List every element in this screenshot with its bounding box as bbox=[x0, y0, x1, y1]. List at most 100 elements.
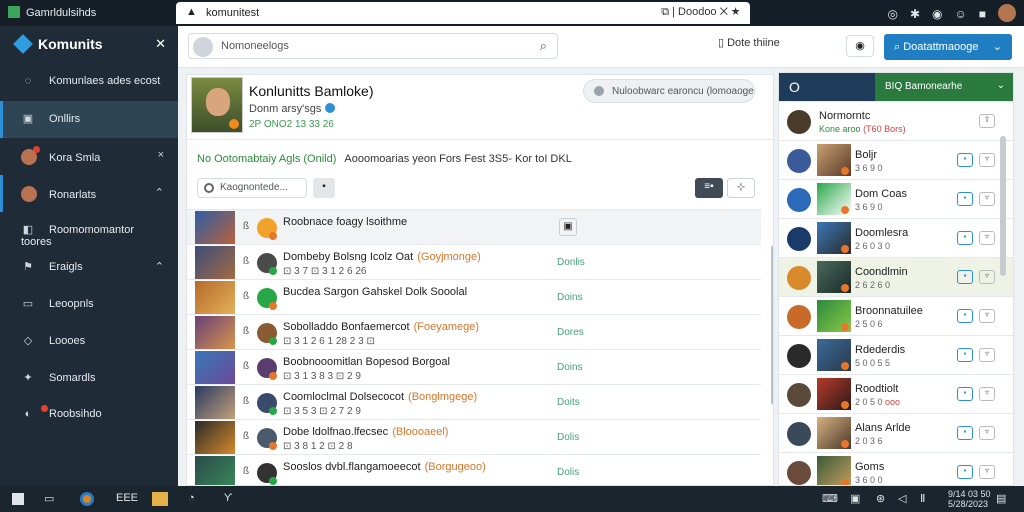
sidebar-item-online[interactable]: ▣ Onllirs bbox=[0, 101, 178, 138]
list-item[interactable]: Coondlmin 2 6 2 6 0 ▪ ▿ bbox=[779, 257, 1013, 296]
table-row[interactable]: ß Coomloclmal Dolsecocot (Bonglmgege) ⊡ 3 5… bbox=[187, 384, 761, 419]
message-icon[interactable]: ▪ bbox=[957, 231, 973, 245]
notification-icon[interactable]: ▤ bbox=[996, 492, 1006, 505]
row-meta: ⊡ 3 1 2 6 1 28 2 3 ⊡ bbox=[283, 336, 375, 347]
smile-icon[interactable]: ☺ bbox=[954, 7, 966, 21]
list-item[interactable]: Boljr 3 6 9 0 ▪ ▿ bbox=[779, 140, 1013, 179]
right-scrollbar[interactable] bbox=[1000, 136, 1006, 276]
more-icon[interactable]: ▿ bbox=[979, 192, 995, 206]
search-input[interactable]: Nomoneelogs ⌕ bbox=[188, 33, 558, 59]
sidebar-item-library[interactable]: ▭ Leoopnls bbox=[0, 286, 178, 323]
list-view-button[interactable]: ≡▪ bbox=[695, 178, 723, 198]
more-icon[interactable]: ⇧ bbox=[979, 114, 995, 128]
sidebar-item-groups[interactable]: ⚑ Eraigls ⌃ bbox=[0, 249, 178, 286]
table-row[interactable]: ß Sobolladdo Bonfaemercot (Foeyamege) ⊡ 3 1… bbox=[187, 314, 761, 349]
row-action-button[interactable]: ▣ bbox=[559, 218, 577, 236]
row-title[interactable]: Coomloclmal Dolsecocot (Bonglmgege) bbox=[283, 391, 477, 403]
row-title[interactable]: Sobolladdo Bonfaemercot (Foeyamege) bbox=[283, 321, 479, 333]
star-icon[interactable]: ★ bbox=[731, 6, 740, 18]
pin-icon[interactable]: ■ bbox=[979, 7, 986, 21]
start-icon[interactable] bbox=[12, 493, 24, 505]
message-icon[interactable]: ▪ bbox=[957, 309, 973, 323]
sidebar-item-games[interactable]: ◧ Roomomomantor toores bbox=[0, 212, 178, 249]
taskbar-app-label[interactable]: EEE bbox=[116, 492, 138, 504]
list-item[interactable]: Rdederdis 5 0 0 5 5 ▪ ▿ bbox=[779, 335, 1013, 374]
row-title[interactable]: Dobe ldolfnao.lfecsec (Bloooaeel) bbox=[283, 426, 448, 438]
network-icon[interactable]: ⊛ bbox=[876, 492, 885, 505]
sidebar-item-loot[interactable]: ◇ Loooes bbox=[0, 323, 178, 360]
more-icon[interactable]: ▿ bbox=[979, 270, 995, 284]
close-icon[interactable]: × bbox=[158, 149, 164, 161]
message-icon[interactable]: ▪ bbox=[957, 348, 973, 362]
clock[interactable]: 9/14 03 50 5/28/2023 bbox=[948, 489, 991, 509]
browser-tab[interactable]: ▲ komunitest ⧉ | Doodoo ✕ ★ bbox=[176, 2, 750, 24]
announcement-pill[interactable]: Nuloobwarc earoncu (lomoaoge... bbox=[583, 79, 755, 103]
more-icon[interactable]: ▿ bbox=[979, 153, 995, 167]
close-icon[interactable]: ✕ bbox=[155, 36, 166, 52]
game-icon[interactable]: ◔ bbox=[188, 492, 195, 504]
list-item[interactable]: Dom Coas 3 6 9 0 ▪ ▿ bbox=[779, 179, 1013, 218]
filter-button[interactable]: ▪ bbox=[313, 178, 335, 198]
avatar[interactable] bbox=[998, 4, 1016, 22]
shield-icon[interactable]: ◉ bbox=[932, 7, 942, 21]
sidebar-item-friends[interactable]: Ronarlats ⌃ bbox=[0, 175, 178, 212]
tab-actions[interactable]: ⧉ | Doodoo ✕ ★ bbox=[661, 6, 740, 19]
search-icon[interactable]: ⌕ bbox=[540, 38, 547, 54]
table-row[interactable]: ß Boobnooomitlan Bopesod Borgoal ⊡ 3 1 3 8… bbox=[187, 349, 761, 384]
volume-icon[interactable]: ◁ bbox=[898, 492, 906, 505]
message-icon[interactable]: ▪ bbox=[957, 192, 973, 206]
more-icon[interactable]: ▿ bbox=[979, 309, 995, 323]
puzzle-icon[interactable]: ✱ bbox=[910, 7, 920, 21]
more-icon[interactable]: ▿ bbox=[979, 465, 995, 479]
keyboard-icon[interactable]: ⌨ bbox=[822, 492, 838, 505]
list-item[interactable]: Goms 3 6 0 0 ▪ ▿ bbox=[779, 452, 1013, 485]
sidebar-item-user[interactable]: Kora Smla × bbox=[0, 138, 178, 175]
browser-icon[interactable] bbox=[80, 492, 94, 506]
table-row[interactable]: ß Roobnace foagy lsoithme ▣ bbox=[187, 209, 761, 244]
scrollbar[interactable] bbox=[771, 125, 773, 485]
list-item[interactable]: Alans Arlde 2 0 3 6 ▪ ▿ bbox=[779, 413, 1013, 452]
primary-dropdown-button[interactable]: ⌕ Doatattmaooge ⌄ bbox=[884, 34, 1012, 60]
message-icon[interactable]: ▪ bbox=[957, 426, 973, 440]
camera-button[interactable]: ◉ bbox=[846, 35, 874, 57]
message-icon[interactable]: ▪ bbox=[957, 270, 973, 284]
profile-picture[interactable] bbox=[191, 77, 243, 133]
list-item[interactable]: Roodtiolt 2 0 5 0 ooo ▪ ▿ bbox=[779, 374, 1013, 413]
list-item[interactable]: Broonnatuilee 2 5 0 6 ▪ ▿ bbox=[779, 296, 1013, 335]
row-title[interactable]: Roobnace foagy lsoithme bbox=[283, 216, 411, 228]
store-button[interactable]: ▯ Dote thiine bbox=[718, 36, 780, 49]
table-row[interactable]: ß Bucdea Sargon Gahskel Dolk Sooolal Doins bbox=[187, 279, 761, 314]
table-row[interactable]: ß Dombeby Bolsng Icolz Oat (Goyjmonge) ⊡ 3 … bbox=[187, 244, 761, 279]
more-icon[interactable]: ▿ bbox=[979, 348, 995, 362]
scrollbar-thumb[interactable] bbox=[771, 245, 773, 405]
list-item[interactable]: Normorntc Kone aroo (T60 Bors) ⇧ bbox=[779, 101, 1013, 140]
more-icon[interactable]: ▿ bbox=[979, 231, 995, 245]
row-title[interactable]: Bucdea Sargon Gahskel Dolk Sooolal bbox=[283, 286, 471, 298]
chevron-up-icon[interactable]: ⌃ bbox=[155, 186, 164, 199]
sidebar-item-extras[interactable]: ✦ Somardls bbox=[0, 360, 178, 397]
chat-icon[interactable]: ▭ bbox=[44, 492, 54, 505]
monitor-icon[interactable]: ▣ bbox=[850, 492, 860, 505]
chevron-up-icon[interactable]: ⌃ bbox=[155, 260, 164, 273]
taskbar-app-icon[interactable]: Ƴ bbox=[224, 492, 233, 504]
row-title[interactable]: Sooslos dvbl.flangamoeecot (Borgugeoo) bbox=[283, 461, 486, 473]
filter-input[interactable]: Kaognontede... bbox=[197, 178, 307, 198]
more-icon[interactable]: ▿ bbox=[979, 426, 995, 440]
row-title[interactable]: Dombeby Bolsng Icolz Oat (Goyjmonge) bbox=[283, 251, 481, 263]
folder-icon[interactable] bbox=[152, 492, 168, 506]
message-icon[interactable]: ▪ bbox=[957, 465, 973, 479]
table-row[interactable]: ß Sooslos dvbl.flangamoeecot (Borgugeoo) Do… bbox=[187, 454, 761, 485]
bell-icon[interactable]: ◎ bbox=[887, 7, 897, 21]
grid-view-button[interactable]: ⊹ bbox=[727, 178, 755, 198]
close-icon[interactable]: ✕ bbox=[720, 6, 728, 18]
message-icon[interactable]: ▪ bbox=[957, 387, 973, 401]
more-icon[interactable]: ▿ bbox=[979, 387, 995, 401]
sidebar-item-settings[interactable]: ◐ Roobsihdo bbox=[0, 397, 178, 434]
table-row[interactable]: ß Dobe ldolfnao.lfecsec (Bloooaeel) ⊡ 3 8 1… bbox=[187, 419, 761, 454]
filter-dropdown[interactable]: BIQ Bamonearhe ⌄ bbox=[875, 73, 1013, 101]
row-title[interactable]: Boobnooomitlan Bopesod Borgoal bbox=[283, 356, 454, 368]
battery-icon[interactable]: Ⅱ bbox=[920, 492, 925, 505]
message-icon[interactable]: ▪ bbox=[957, 153, 973, 167]
list-item[interactable]: Doomlesra 2 6 0 3 0 ▪ ▿ bbox=[779, 218, 1013, 257]
sidebar-item-communities[interactable]: ◌ Komunlaes ades ecost bbox=[0, 64, 178, 101]
